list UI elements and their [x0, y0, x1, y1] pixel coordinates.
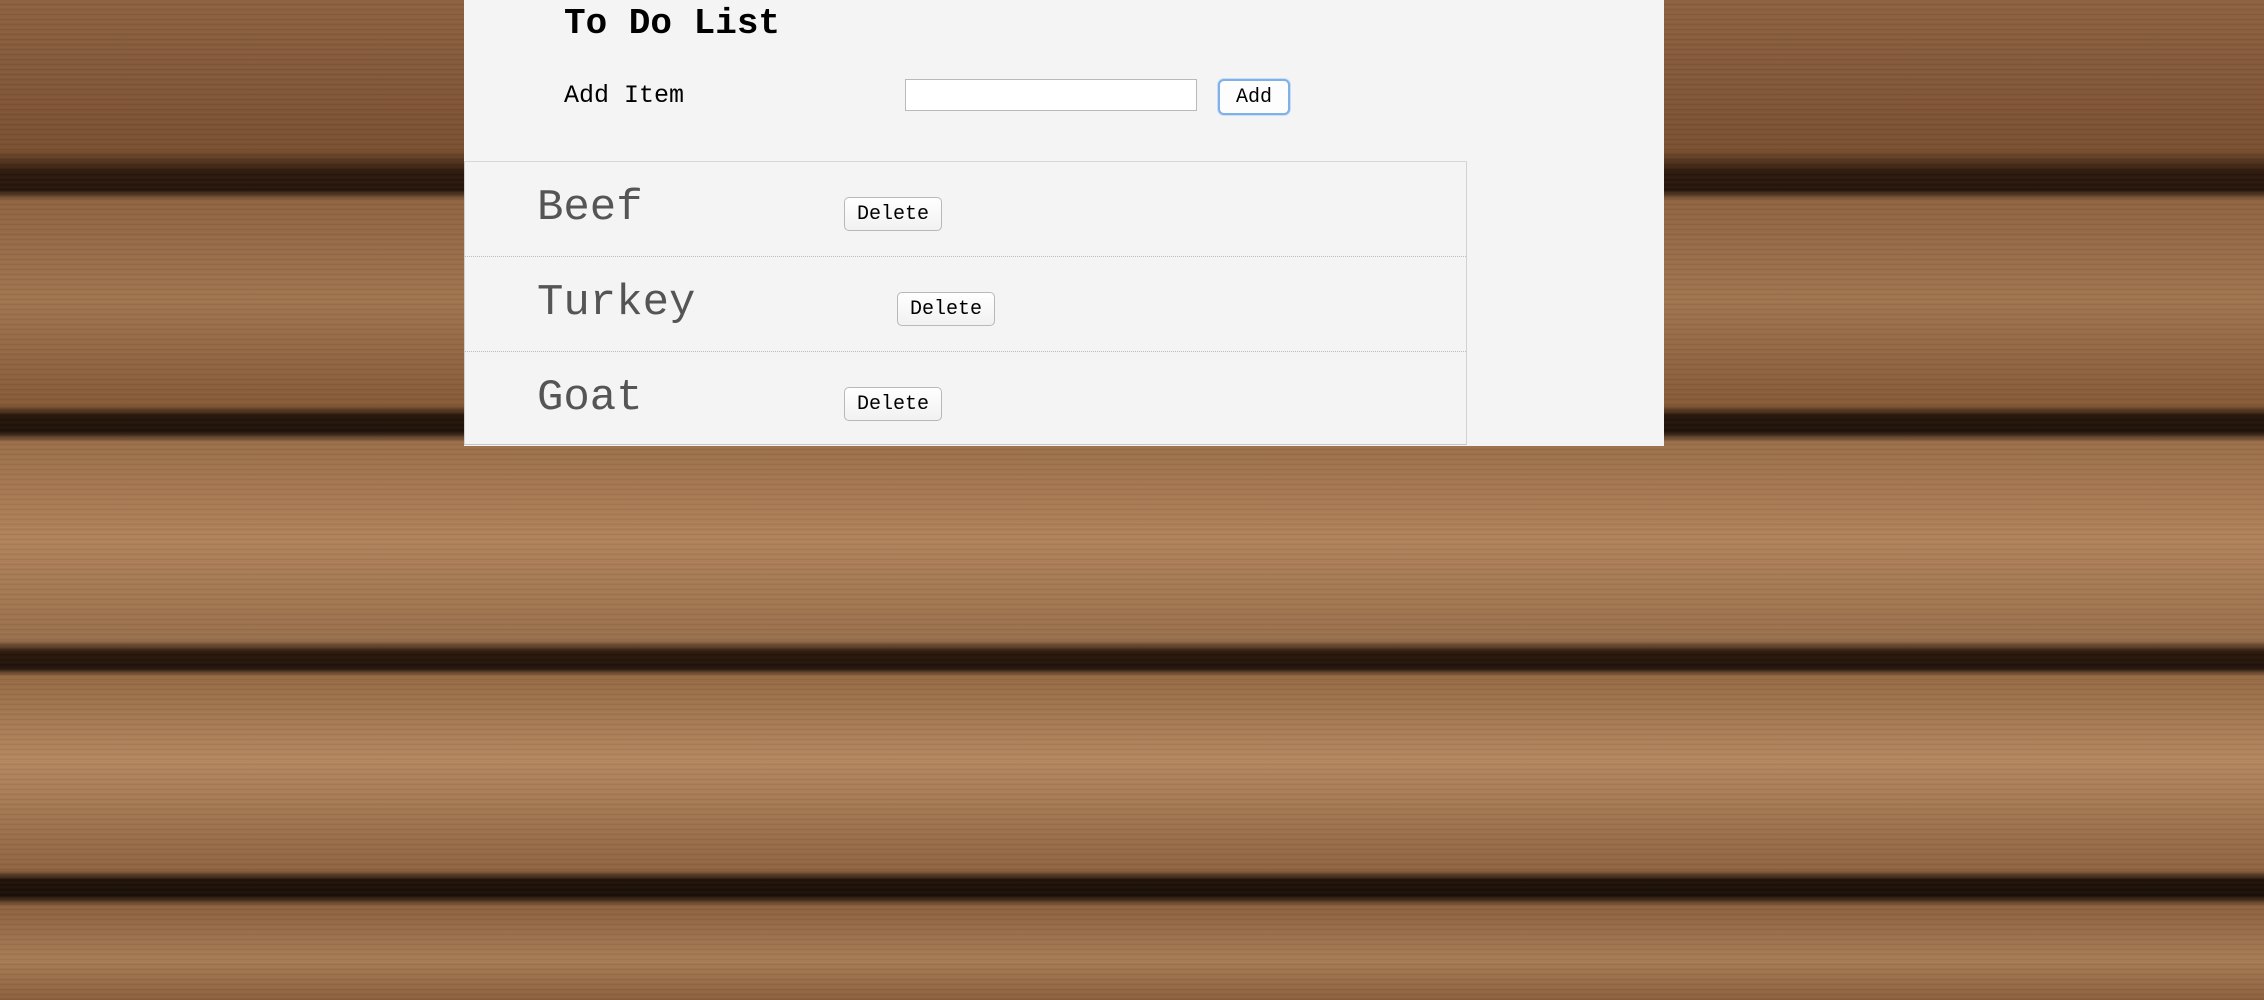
list-item-text: Turkey: [537, 278, 696, 328]
list-item: Beef Delete: [465, 162, 1466, 257]
todo-list: Beef Delete Turkey Delete Goat Delete: [464, 161, 1467, 445]
page-title: To Do List: [564, 3, 781, 44]
page-background: { "app": { "title": "To Do List" }, "add…: [0, 0, 2264, 1000]
list-item-text: Beef: [537, 183, 643, 233]
list-item: Turkey Delete: [465, 257, 1466, 352]
todo-panel: To Do List Add Item Add Beef Delete Turk…: [464, 0, 1664, 446]
add-item-label: Add Item: [564, 81, 685, 110]
list-item: Goat Delete: [465, 352, 1466, 446]
delete-button[interactable]: Delete: [844, 197, 943, 231]
add-item-input[interactable]: [905, 79, 1197, 111]
list-item-text: Goat: [537, 373, 643, 423]
delete-button[interactable]: Delete: [897, 292, 996, 326]
delete-button[interactable]: Delete: [844, 387, 943, 421]
add-button[interactable]: Add: [1218, 79, 1290, 115]
